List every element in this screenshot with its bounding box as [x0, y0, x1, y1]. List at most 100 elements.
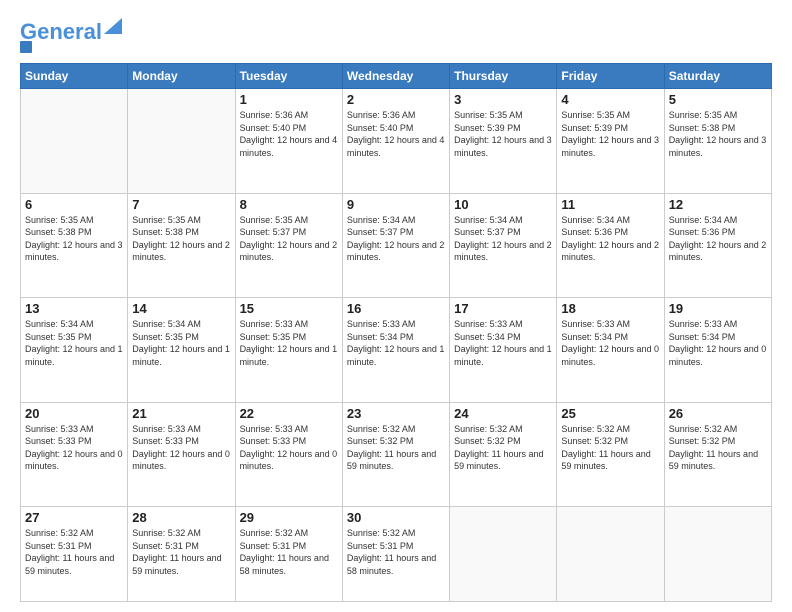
- calendar-cell: 28 Sunrise: 5:32 AM Sunset: 5:31 PM Dayli…: [128, 507, 235, 602]
- day-number: 28: [132, 510, 230, 525]
- day-info: Sunrise: 5:36 AM Sunset: 5:40 PM Dayligh…: [240, 109, 338, 159]
- day-number: 22: [240, 406, 338, 421]
- day-info: Sunrise: 5:32 AM Sunset: 5:31 PM Dayligh…: [132, 527, 230, 577]
- calendar-cell: 26 Sunrise: 5:32 AM Sunset: 5:32 PM Dayli…: [664, 402, 771, 507]
- day-number: 3: [454, 92, 552, 107]
- calendar-cell: 24 Sunrise: 5:32 AM Sunset: 5:32 PM Dayli…: [450, 402, 557, 507]
- calendar-cell: 6Sunrise: 5:35 AM Sunset: 5:38 PM Daylig…: [21, 193, 128, 298]
- calendar-cell: [664, 507, 771, 602]
- day-number: 24: [454, 406, 552, 421]
- header: General: [20, 18, 772, 53]
- day-number: 15: [240, 301, 338, 316]
- calendar-cell: 1 Sunrise: 5:36 AM Sunset: 5:40 PM Daylig…: [235, 89, 342, 194]
- logo-text: General: [20, 21, 102, 43]
- calendar-cell: 20Sunrise: 5:33 AM Sunset: 5:33 PM Dayli…: [21, 402, 128, 507]
- day-number: 26: [669, 406, 767, 421]
- calendar-cell: 7 Sunrise: 5:35 AM Sunset: 5:38 PM Daylig…: [128, 193, 235, 298]
- calendar-table: SundayMondayTuesdayWednesdayThursdayFrid…: [20, 63, 772, 602]
- day-number: 5: [669, 92, 767, 107]
- calendar-week-1: 1 Sunrise: 5:36 AM Sunset: 5:40 PM Daylig…: [21, 89, 772, 194]
- day-number: 12: [669, 197, 767, 212]
- page: General SundayMondayTuesdayWednesdayThur…: [0, 0, 792, 612]
- calendar-cell: 29 Sunrise: 5:32 AM Sunset: 5:31 PM Dayli…: [235, 507, 342, 602]
- day-number: 29: [240, 510, 338, 525]
- day-number: 16: [347, 301, 445, 316]
- day-info: Sunrise: 5:35 AM Sunset: 5:38 PM Dayligh…: [132, 214, 230, 264]
- day-header-sunday: Sunday: [21, 64, 128, 89]
- calendar-cell: 27 Sunrise: 5:32 AM Sunset: 5:31 PM Dayli…: [21, 507, 128, 602]
- day-number: 10: [454, 197, 552, 212]
- calendar-cell: 16 Sunrise: 5:33 AM Sunset: 5:34 PM Dayli…: [342, 298, 449, 403]
- day-info: Sunrise: 5:33 AM Sunset: 5:34 PM Dayligh…: [561, 318, 659, 368]
- calendar-cell: 22Sunrise: 5:33 AM Sunset: 5:33 PM Dayli…: [235, 402, 342, 507]
- day-header-saturday: Saturday: [664, 64, 771, 89]
- calendar-cell: 12 Sunrise: 5:34 AM Sunset: 5:36 PM Dayli…: [664, 193, 771, 298]
- day-info: Sunrise: 5:33 AM Sunset: 5:35 PM Dayligh…: [240, 318, 338, 368]
- calendar-cell: 13Sunrise: 5:34 AM Sunset: 5:35 PM Dayli…: [21, 298, 128, 403]
- calendar-cell: 15 Sunrise: 5:33 AM Sunset: 5:35 PM Dayli…: [235, 298, 342, 403]
- day-info: Sunrise: 5:35 AM Sunset: 5:39 PM Dayligh…: [561, 109, 659, 159]
- day-info: Sunrise: 5:35 AM Sunset: 5:38 PM Dayligh…: [669, 109, 767, 159]
- day-info: Sunrise: 5:35 AM Sunset: 5:39 PM Dayligh…: [454, 109, 552, 159]
- day-header-thursday: Thursday: [450, 64, 557, 89]
- day-number: 4: [561, 92, 659, 107]
- calendar-week-2: 6Sunrise: 5:35 AM Sunset: 5:38 PM Daylig…: [21, 193, 772, 298]
- calendar-cell: 5 Sunrise: 5:35 AM Sunset: 5:38 PM Daylig…: [664, 89, 771, 194]
- day-header-friday: Friday: [557, 64, 664, 89]
- day-number: 17: [454, 301, 552, 316]
- day-number: 30: [347, 510, 445, 525]
- day-info: Sunrise: 5:32 AM Sunset: 5:32 PM Dayligh…: [561, 423, 659, 473]
- day-number: 11: [561, 197, 659, 212]
- day-number: 19: [669, 301, 767, 316]
- day-info: Sunrise: 5:34 AM Sunset: 5:36 PM Dayligh…: [669, 214, 767, 264]
- day-number: 21: [132, 406, 230, 421]
- calendar-cell: 10Sunrise: 5:34 AM Sunset: 5:37 PM Dayli…: [450, 193, 557, 298]
- day-header-tuesday: Tuesday: [235, 64, 342, 89]
- day-number: 27: [25, 510, 123, 525]
- calendar-cell: [128, 89, 235, 194]
- calendar-cell: 17 Sunrise: 5:33 AM Sunset: 5:34 PM Dayli…: [450, 298, 557, 403]
- day-info: Sunrise: 5:34 AM Sunset: 5:35 PM Dayligh…: [132, 318, 230, 368]
- day-info: Sunrise: 5:32 AM Sunset: 5:32 PM Dayligh…: [669, 423, 767, 473]
- calendar-cell: 2Sunrise: 5:36 AM Sunset: 5:40 PM Daylig…: [342, 89, 449, 194]
- calendar-week-3: 13 Sunrise: 5:34 AM Sunset: 5:35 PM Dayli…: [21, 298, 772, 403]
- calendar-cell: 8Sunrise: 5:35 AM Sunset: 5:37 PM Daylig…: [235, 193, 342, 298]
- day-info: Sunrise: 5:33 AM Sunset: 5:34 PM Dayligh…: [454, 318, 552, 368]
- day-number: 14: [132, 301, 230, 316]
- day-info: Sunrise: 5:32 AM Sunset: 5:32 PM Dayligh…: [454, 423, 552, 473]
- calendar-cell: [21, 89, 128, 194]
- day-info: Sunrise: 5:33 AM Sunset: 5:33 PM Dayligh…: [132, 423, 230, 473]
- day-number: 9: [347, 197, 445, 212]
- day-number: 25: [561, 406, 659, 421]
- day-info: Sunrise: 5:35 AM Sunset: 5:37 PM Dayligh…: [240, 214, 338, 264]
- day-info: Sunrise: 5:32 AM Sunset: 5:31 PM Dayligh…: [25, 527, 123, 577]
- calendar-cell: 21 Sunrise: 5:33 AM Sunset: 5:33 PM Dayli…: [128, 402, 235, 507]
- calendar-cell: 30 Sunrise: 5:32 AM Sunset: 5:31 PM Dayli…: [342, 507, 449, 602]
- day-info: Sunrise: 5:32 AM Sunset: 5:31 PM Dayligh…: [347, 527, 445, 577]
- calendar-cell: 11 Sunrise: 5:34 AM Sunset: 5:36 PM Dayli…: [557, 193, 664, 298]
- day-number: 2: [347, 92, 445, 107]
- day-info: Sunrise: 5:32 AM Sunset: 5:31 PM Dayligh…: [240, 527, 338, 577]
- day-info: Sunrise: 5:34 AM Sunset: 5:36 PM Dayligh…: [561, 214, 659, 264]
- logo: General: [20, 18, 122, 53]
- calendar-cell: [450, 507, 557, 602]
- day-info: Sunrise: 5:33 AM Sunset: 5:34 PM Dayligh…: [347, 318, 445, 368]
- calendar-cell: 9 Sunrise: 5:34 AM Sunset: 5:37 PM Daylig…: [342, 193, 449, 298]
- day-info: Sunrise: 5:34 AM Sunset: 5:37 PM Dayligh…: [347, 214, 445, 264]
- day-number: 13: [25, 301, 123, 316]
- calendar-cell: 19Sunrise: 5:33 AM Sunset: 5:34 PM Dayli…: [664, 298, 771, 403]
- logo-blue-box: [20, 41, 32, 53]
- calendar-cell: 3 Sunrise: 5:35 AM Sunset: 5:39 PM Daylig…: [450, 89, 557, 194]
- day-info: Sunrise: 5:35 AM Sunset: 5:38 PM Dayligh…: [25, 214, 123, 264]
- calendar-cell: 23 Sunrise: 5:32 AM Sunset: 5:32 PM Dayli…: [342, 402, 449, 507]
- day-number: 1: [240, 92, 338, 107]
- calendar-cell: 14 Sunrise: 5:34 AM Sunset: 5:35 PM Dayli…: [128, 298, 235, 403]
- calendar-cell: [557, 507, 664, 602]
- day-number: 18: [561, 301, 659, 316]
- calendar-header-row: SundayMondayTuesdayWednesdayThursdayFrid…: [21, 64, 772, 89]
- day-number: 23: [347, 406, 445, 421]
- logo-arrow-icon: [104, 18, 122, 34]
- day-info: Sunrise: 5:32 AM Sunset: 5:32 PM Dayligh…: [347, 423, 445, 473]
- day-number: 7: [132, 197, 230, 212]
- calendar-cell: 25 Sunrise: 5:32 AM Sunset: 5:32 PM Dayli…: [557, 402, 664, 507]
